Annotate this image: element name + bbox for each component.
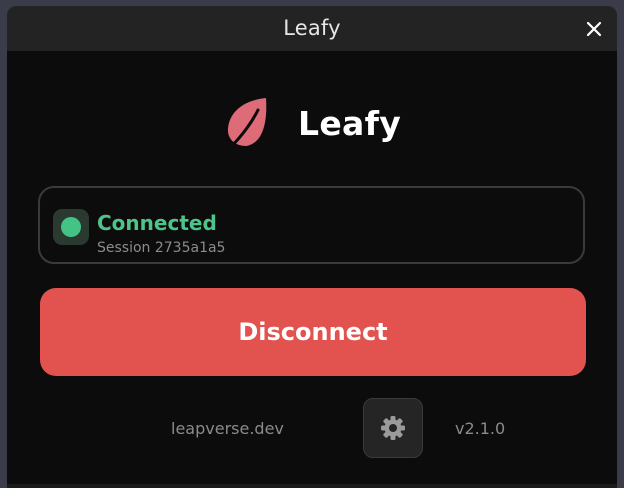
leaf-icon — [226, 98, 267, 152]
status-dot-icon — [61, 217, 81, 237]
website-link[interactable]: leapverse.dev — [171, 419, 284, 438]
app-window: Leafy Leafy Connected Session 2735a1a5 D… — [7, 6, 617, 488]
connection-status-card: Connected Session 2735a1a5 — [38, 186, 585, 264]
settings-button[interactable] — [363, 398, 423, 458]
disconnect-button[interactable]: Disconnect — [40, 288, 586, 376]
gear-icon — [381, 416, 405, 440]
session-id: Session 2735a1a5 — [97, 240, 226, 256]
title-bar: Leafy — [7, 6, 617, 51]
bottom-divider — [7, 484, 617, 488]
status-indicator — [53, 209, 89, 245]
brand-name: Leafy — [298, 104, 402, 143]
status-label: Connected — [97, 211, 217, 235]
close-icon[interactable] — [585, 20, 603, 38]
window-title: Leafy — [283, 16, 341, 40]
app-version: v2.1.0 — [455, 419, 506, 438]
